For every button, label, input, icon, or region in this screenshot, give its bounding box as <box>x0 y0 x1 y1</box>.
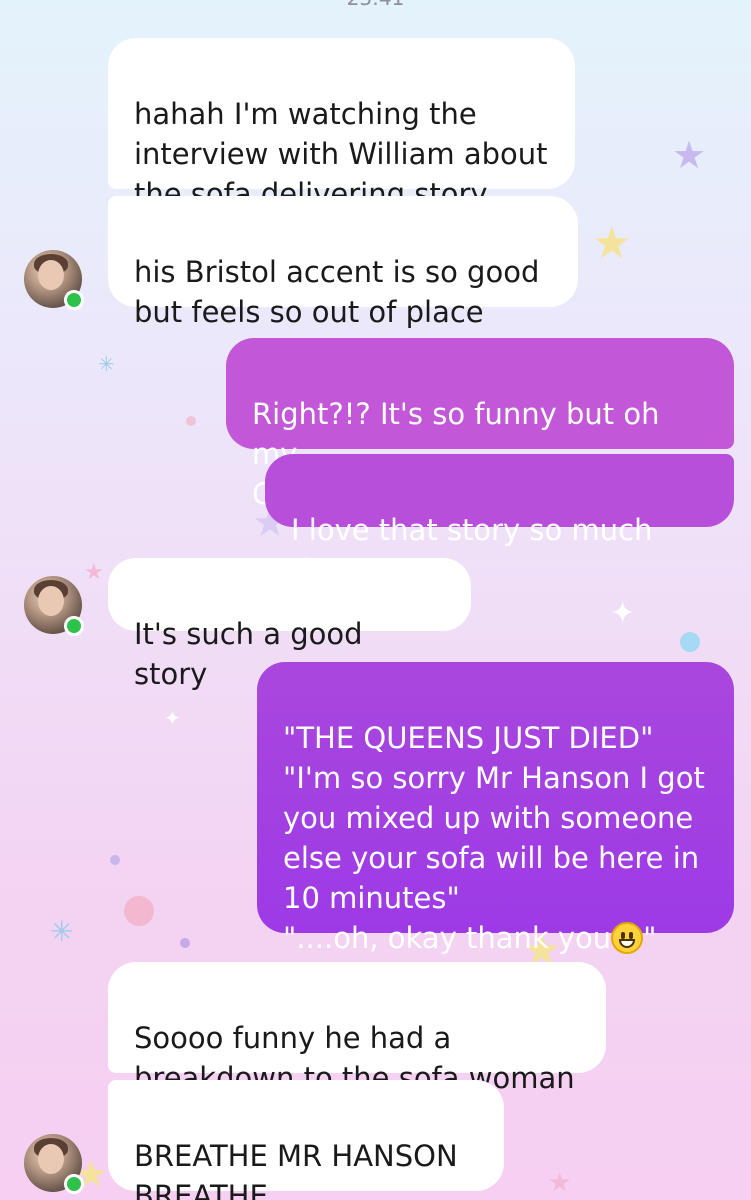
incoming-message-bubble[interactable]: BREATHE MR HANSON BREATHE <box>108 1080 504 1200</box>
message-text: "THE QUEENS JUST DIED" "I'm so sorry Mr … <box>283 721 705 955</box>
online-status-dot <box>64 290 84 310</box>
outgoing-message-bubble[interactable]: I love that story so much tho <box>265 454 734 587</box>
incoming-message-bubble[interactable]: hahah I'm watching the interview with Wi… <box>108 38 575 211</box>
message-text: hahah I'm watching the interview with Wi… <box>134 97 548 211</box>
grinning-face-emoji <box>611 922 644 954</box>
decorative-bubble <box>180 938 190 948</box>
message-text: BREATHE MR HANSON BREATHE <box>134 1139 458 1200</box>
decorative-bubble <box>186 416 196 426</box>
incoming-message-bubble[interactable]: It's such a good story <box>108 558 471 691</box>
decorative-sparkle-icon: ✦ <box>610 596 636 631</box>
decorative-star-icon: ★ <box>592 218 632 269</box>
online-status-dot <box>64 616 84 636</box>
avatar-image <box>38 586 64 616</box>
online-status-dot <box>64 1174 84 1194</box>
contact-avatar[interactable] <box>24 1134 84 1194</box>
contact-avatar[interactable] <box>24 250 84 310</box>
decorative-sparkle-icon: ✦ <box>164 706 181 730</box>
decorative-star-icon: ★ <box>672 133 707 177</box>
avatar-image <box>38 1144 64 1174</box>
message-text-end: " <box>643 921 657 955</box>
emoji-mouth <box>619 939 636 948</box>
decorative-sparkle-icon: ✳ <box>98 352 115 376</box>
decorative-sparkle-icon: ✳ <box>50 915 74 948</box>
contact-avatar[interactable] <box>24 576 84 636</box>
incoming-message-bubble[interactable]: his Bristol accent is so good but feels … <box>108 196 578 329</box>
avatar-image <box>38 260 64 290</box>
message-timestamp: 23:41 <box>0 0 751 10</box>
decorative-bubble <box>680 632 700 652</box>
message-text: his Bristol accent is so good but feels … <box>134 255 540 329</box>
incoming-message-bubble[interactable]: Soooo funny he had a breakdown to the so… <box>108 962 606 1095</box>
decorative-star-icon: ★ <box>548 1168 572 1198</box>
decorative-bubble <box>110 855 120 865</box>
decorative-star-icon: ★ <box>84 560 104 585</box>
outgoing-message-bubble[interactable]: Right?!? It's so funny but oh my God it … <box>226 338 734 511</box>
outgoing-message-bubble[interactable]: "THE QUEENS JUST DIED" "I'm so sorry Mr … <box>257 662 734 955</box>
decorative-bubble <box>124 896 154 926</box>
